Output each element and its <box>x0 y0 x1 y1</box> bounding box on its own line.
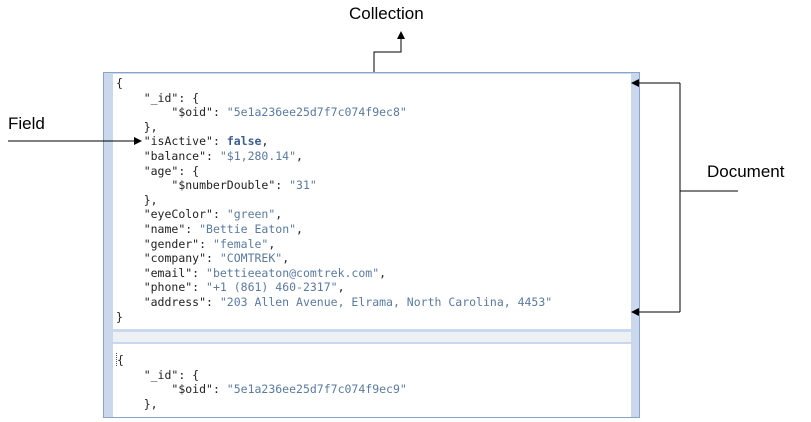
annotation-arrows <box>8 31 738 316</box>
collection-arrow <box>373 31 405 72</box>
